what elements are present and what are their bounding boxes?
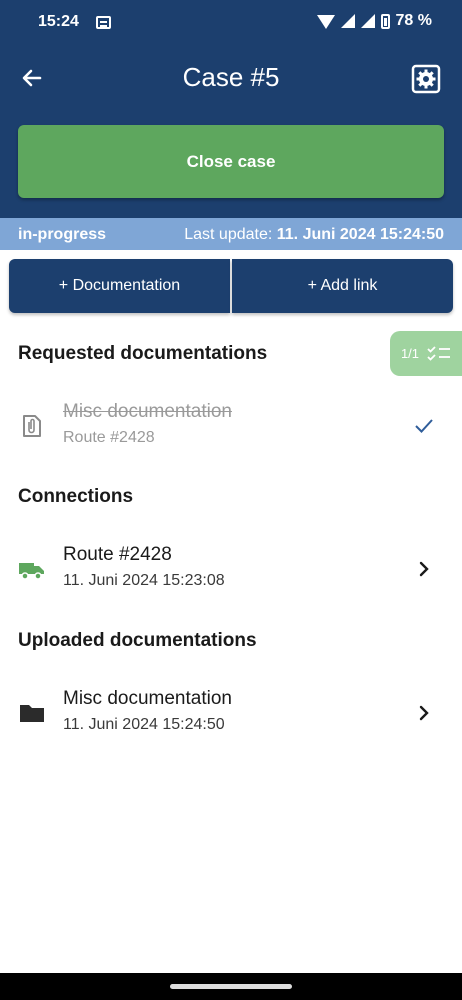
- signal-icon-2: [360, 14, 375, 28]
- progress-badge[interactable]: 1/1: [390, 331, 462, 376]
- folder-icon: [20, 705, 44, 722]
- checklist-icon: [427, 345, 451, 361]
- check-icon: [415, 419, 433, 433]
- requested-section-title: Requested documentations: [18, 343, 268, 364]
- last-update-value: 11. Juni 2024 15:24:50: [276, 226, 444, 243]
- requested-item-subtitle: Route #2428: [63, 429, 155, 446]
- uploaded-item[interactable]: Misc documentation 11. Juni 2024 15:24:5…: [0, 683, 462, 743]
- add-link-button[interactable]: + Add link: [232, 259, 453, 313]
- connection-item-subtitle: 11. Juni 2024 15:23:08: [63, 572, 225, 589]
- add-documentation-button[interactable]: + Documentation: [9, 259, 230, 313]
- close-case-button[interactable]: Close case: [18, 125, 444, 198]
- last-update-label: Last update:: [184, 226, 273, 243]
- requested-item-title: Misc documentation: [63, 401, 232, 422]
- case-status-strip: in-progress Last update: 11. Juni 2024 1…: [0, 218, 462, 250]
- page-title: Case #5: [182, 62, 280, 92]
- last-update: Last update: 11. Juni 2024 15:24:50: [184, 226, 444, 244]
- status-bar: 15:24 78 %: [0, 0, 462, 46]
- uploaded-item-title: Misc documentation: [63, 688, 232, 709]
- chevron-right-icon: [419, 705, 429, 721]
- uploaded-item-subtitle: 11. Juni 2024 15:24:50: [63, 716, 225, 733]
- case-state: in-progress: [18, 226, 107, 243]
- signal-icon: [340, 14, 355, 28]
- truck-icon: [19, 563, 44, 580]
- chevron-right-icon: [419, 561, 429, 577]
- connection-item[interactable]: Route #2428 11. Juni 2024 15:23:08: [0, 539, 462, 599]
- connections-section-title: Connections: [18, 486, 134, 507]
- action-row: + Documentation + Add link: [9, 259, 453, 313]
- uploaded-section-title: Uploaded documentations: [18, 630, 257, 651]
- battery-level: 78 %: [395, 12, 432, 29]
- status-time: 15:24: [38, 13, 79, 30]
- progress-count: 1/1: [400, 346, 420, 361]
- home-gesture-handle[interactable]: [170, 984, 292, 989]
- connection-item-title: Route #2428: [63, 544, 172, 565]
- gear-icon[interactable]: [411, 64, 441, 94]
- paperclip-file-icon: [23, 415, 41, 437]
- app-bar: Case #5 Close case: [0, 46, 462, 218]
- calendar-icon: [96, 16, 111, 29]
- requested-item[interactable]: Misc documentation Route #2428: [0, 396, 462, 456]
- system-nav-bar: [0, 973, 462, 1000]
- battery-icon: [380, 13, 390, 29]
- wifi-icon: [316, 15, 335, 29]
- status-indicators: 78 %: [316, 12, 432, 30]
